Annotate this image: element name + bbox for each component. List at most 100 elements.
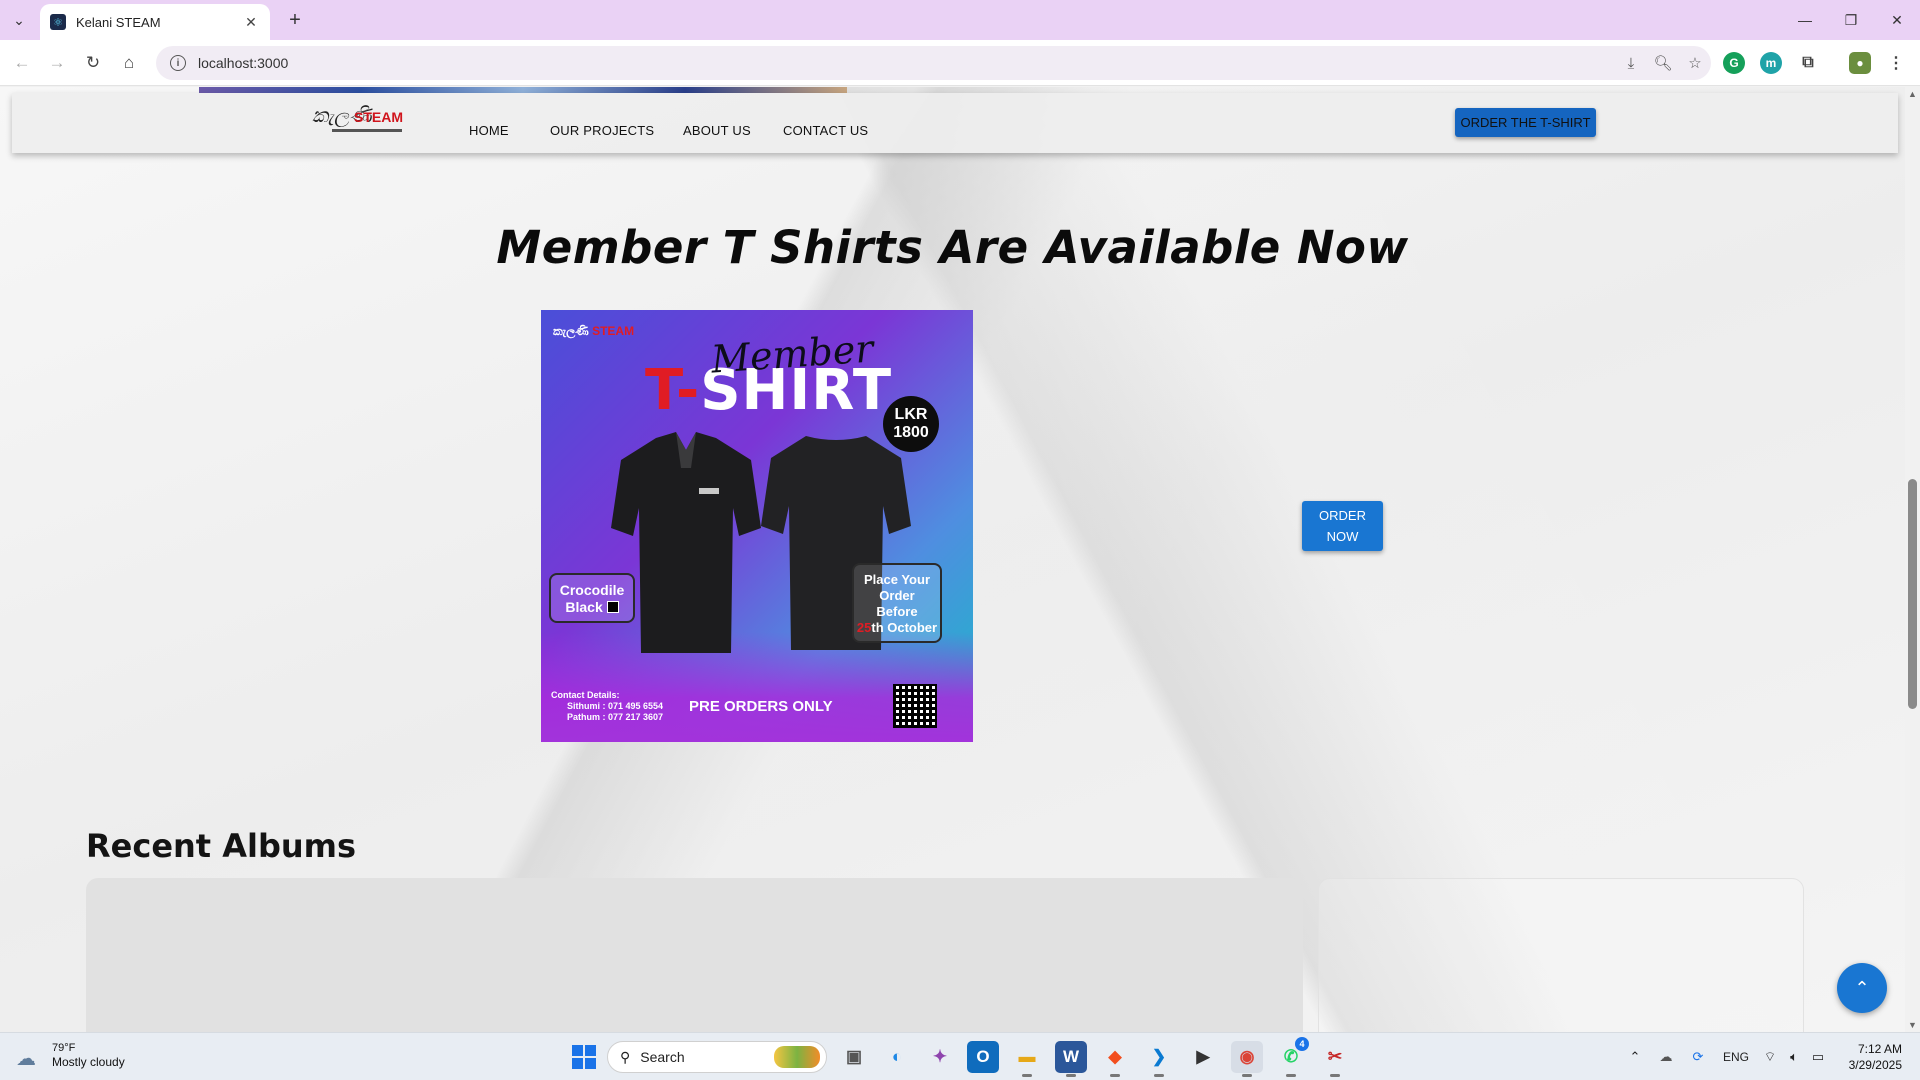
- black-swatch-icon: [606, 601, 619, 613]
- order-now-button[interactable]: ORDER NOW: [1302, 501, 1383, 551]
- whatsapp-icon[interactable]: ✆ 4: [1275, 1037, 1309, 1077]
- reload-icon[interactable]: ↻: [81, 51, 105, 75]
- search-icon: ⚲: [620, 1048, 631, 1065]
- copilot-icon[interactable]: ✦: [924, 1041, 956, 1073]
- back-arrow-icon[interactable]: ←: [10, 51, 34, 75]
- zoom-icon[interactable]: 🔍︎: [1647, 54, 1679, 72]
- qr-code-icon: [893, 684, 937, 728]
- snipping-tool-icon[interactable]: ✂: [1319, 1041, 1351, 1077]
- album-card[interactable]: [86, 878, 1303, 1032]
- order-tshirt-button[interactable]: ORDER THE T-SHIRT: [1455, 108, 1596, 137]
- nav-link-projects[interactable]: OUR PROJECTS: [550, 123, 654, 138]
- color-line-2: Black: [565, 599, 603, 615]
- wifi-icon[interactable]: ⌔: [1758, 1049, 1782, 1065]
- preorder-text: PRE ORDERS ONLY: [689, 698, 833, 715]
- grammarly-extension-icon[interactable]: G: [1723, 52, 1745, 74]
- search-highlight-image: [774, 1046, 820, 1068]
- poster-logo-script: කැලණි: [553, 324, 589, 338]
- tshirt-poster-image: කැලණි STEAM Member T-SHIRT LKR 1800 Croc…: [541, 310, 973, 742]
- scrollbar-thumb[interactable]: [1908, 479, 1917, 709]
- react-favicon-icon: ⚛: [50, 14, 66, 30]
- window-controls: — ❐ ✕: [1782, 0, 1920, 40]
- vscode-icon[interactable]: ❯: [1143, 1041, 1175, 1077]
- color-line-1: Crocodile: [559, 582, 625, 598]
- file-explorer-icon[interactable]: ▬: [1011, 1041, 1043, 1077]
- deadline-day: 25: [856, 620, 872, 635]
- taskbar-clock[interactable]: 7:12 AM 3/29/2025: [1849, 1041, 1902, 1073]
- whatsapp-badge: 4: [1295, 1037, 1309, 1051]
- taskbar-search[interactable]: ⚲ Search: [607, 1041, 827, 1073]
- task-view-icon[interactable]: ▣: [838, 1041, 870, 1073]
- poster-logo-word: STEAM: [592, 324, 635, 338]
- shirt-front-graphic: [611, 432, 761, 653]
- install-app-icon[interactable]: ⤓: [1615, 55, 1647, 72]
- deadline-suffix: th October: [871, 620, 938, 635]
- figma-icon[interactable]: ◆: [1099, 1041, 1131, 1077]
- volume-icon[interactable]: 🔈︎: [1782, 1049, 1806, 1065]
- nav-link-contact[interactable]: CONTACT US: [783, 123, 868, 138]
- promo-title: Member T Shirts Are Available Now: [496, 221, 1409, 274]
- language-indicator[interactable]: ENG: [1714, 1050, 1758, 1064]
- weather-temp: 79°F: [52, 1042, 76, 1054]
- home-icon[interactable]: ⌂: [117, 51, 141, 75]
- tab-title: Kelani STEAM: [76, 14, 161, 30]
- address-bar[interactable]: i localhost:3000 ⤓ 🔍︎ ☆: [156, 46, 1711, 80]
- color-callout: Crocodile Black: [549, 573, 635, 623]
- chevron-up-icon: ⌃: [1854, 977, 1870, 998]
- close-icon[interactable]: ✕: [242, 14, 260, 31]
- chrome-icon[interactable]: ◉: [1231, 1041, 1263, 1077]
- outlook-icon[interactable]: O: [967, 1041, 999, 1073]
- plus-icon[interactable]: +: [282, 8, 308, 32]
- battery-icon[interactable]: ▭: [1806, 1049, 1830, 1065]
- cloud-icon: ☁: [16, 1047, 36, 1070]
- kelani-steam-logo[interactable]: කැලණි STEAM: [312, 101, 422, 137]
- browser-toolbar: ← → ↻ ⌂ i localhost:3000 ⤓ 🔍︎ ☆ G m ⧉ ● …: [0, 40, 1920, 86]
- page-scrollbar[interactable]: ▲ ▼: [1905, 87, 1920, 1032]
- nav-link-about[interactable]: ABOUT US: [683, 123, 751, 138]
- search-label: Search: [640, 1049, 685, 1065]
- chevron-down-icon[interactable]: ⌄: [6, 8, 32, 32]
- sync-icon[interactable]: ⟳: [1682, 1049, 1714, 1065]
- word-icon[interactable]: W: [1055, 1041, 1087, 1077]
- price-currency: LKR: [894, 406, 928, 423]
- m-extension-icon[interactable]: m: [1760, 52, 1782, 74]
- media-player-icon[interactable]: ▶: [1187, 1041, 1219, 1073]
- windows-start-icon[interactable]: [572, 1045, 596, 1069]
- profile-avatar[interactable]: ●: [1849, 52, 1871, 74]
- deadline-callout: Place Your Order Before 25th October: [852, 563, 942, 643]
- restore-icon[interactable]: ❐: [1828, 0, 1874, 40]
- onedrive-cloud-icon[interactable]: ☁: [1650, 1049, 1682, 1065]
- color-line-2-wrap: Black: [551, 599, 633, 616]
- deadline-line-4: 25th October: [854, 620, 940, 636]
- page-viewport: කැලණි STEAM HOME OUR PROJECTS ABOUT US C…: [0, 87, 1905, 1032]
- extensions-puzzle-icon[interactable]: ⧉: [1797, 52, 1819, 74]
- contact-heading: Contact Details:: [551, 690, 620, 700]
- windows-taskbar: ☁ 79°F Mostly cloudy ⚲ Search ▣ ◐ ✦ O ▬ …: [0, 1032, 1920, 1080]
- info-icon[interactable]: i: [170, 55, 186, 71]
- tray-overflow-chevron-icon[interactable]: ⌃: [1620, 1049, 1650, 1065]
- forward-arrow-icon[interactable]: →: [45, 51, 69, 75]
- album-card[interactable]: [1318, 878, 1804, 1032]
- bookmark-star-icon[interactable]: ☆: [1679, 54, 1711, 72]
- minimize-icon[interactable]: —: [1782, 0, 1828, 40]
- scroll-up-arrow-icon[interactable]: ▲: [1908, 89, 1917, 99]
- weather-widget[interactable]: ☁ 79°F Mostly cloudy: [16, 1041, 125, 1070]
- contact-line-2: Pathum : 077 217 3607: [567, 712, 664, 722]
- deadline-line-1: Place Your: [864, 572, 930, 587]
- deadline-line-2: Order: [879, 588, 915, 603]
- scroll-to-top-button[interactable]: ⌃: [1837, 963, 1887, 1013]
- scroll-down-arrow-icon[interactable]: ▼: [1908, 1020, 1917, 1030]
- browser-menu-icon[interactable]: ⋮: [1885, 52, 1907, 74]
- poster-tshirt-prefix: T-: [645, 358, 701, 423]
- site-navbar: කැලණි STEAM HOME OUR PROJECTS ABOUT US C…: [12, 93, 1898, 153]
- browser-tab[interactable]: ⚛ Kelani STEAM ✕: [40, 4, 270, 40]
- logo-subtitle-line: [332, 129, 402, 132]
- close-window-icon[interactable]: ✕: [1874, 0, 1920, 40]
- poster-logo: කැලණි STEAM: [553, 324, 634, 339]
- edge-browser-icon[interactable]: ◐: [881, 1041, 913, 1073]
- weather-desc: Mostly cloudy: [52, 1055, 125, 1069]
- clock-time: 7:12 AM: [1857, 1042, 1902, 1056]
- logo-word-text: STEAM: [354, 109, 403, 125]
- nav-link-home[interactable]: HOME: [469, 123, 509, 138]
- url-text[interactable]: localhost:3000: [198, 55, 1615, 71]
